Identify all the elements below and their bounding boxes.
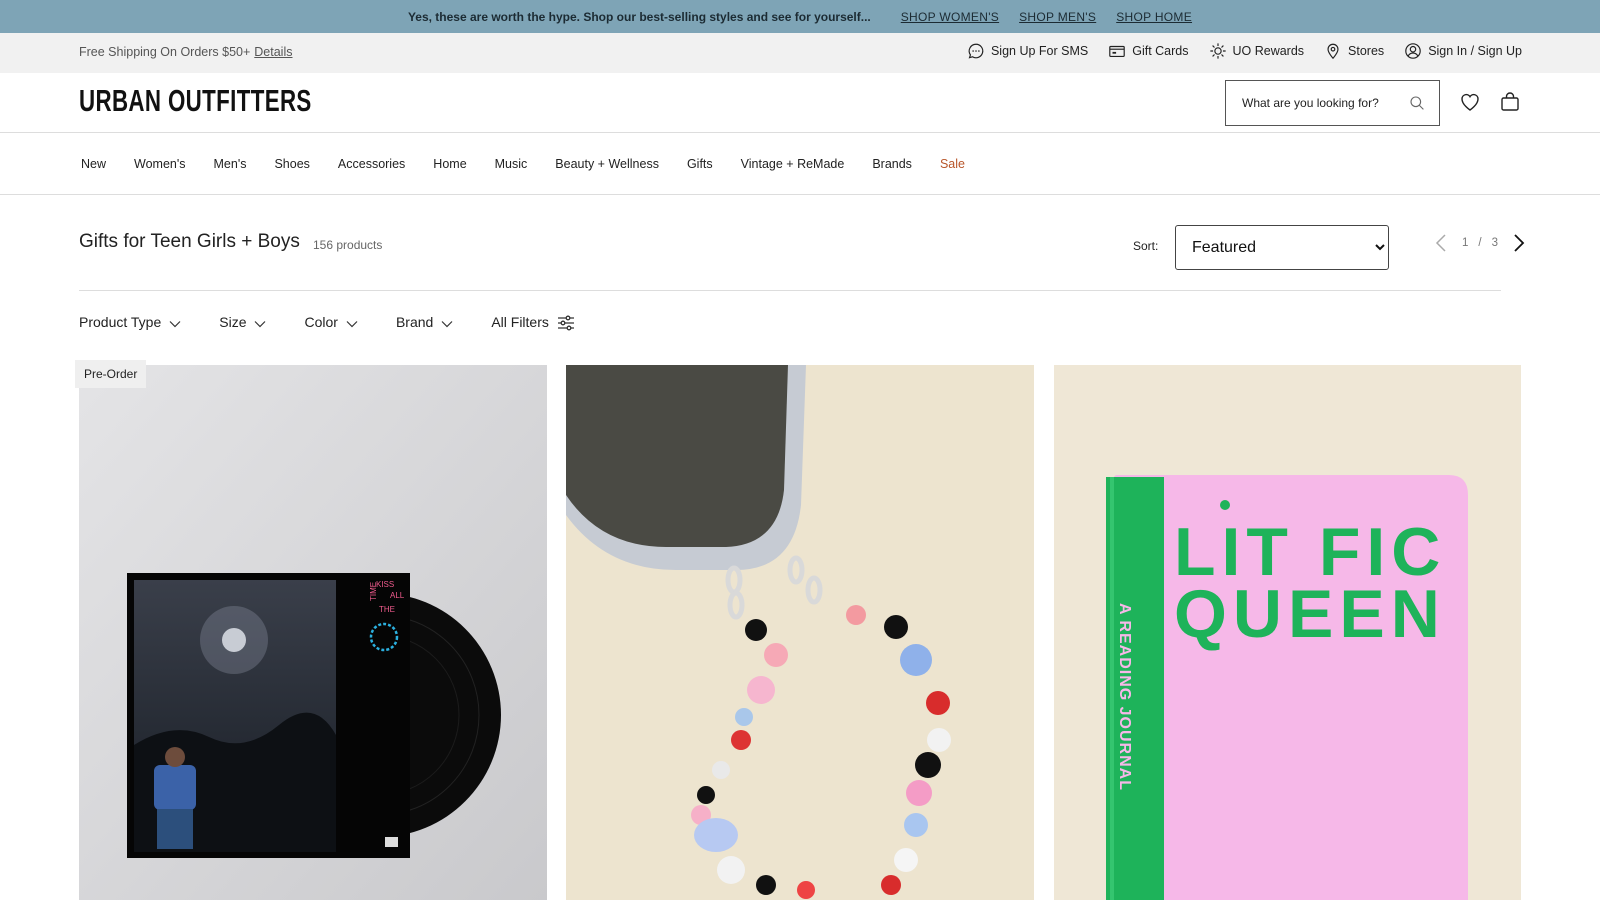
journal-cover-title: LIT FIC QUEEN [1174, 514, 1446, 652]
page-total: 3 [1491, 237, 1499, 249]
search-icon[interactable] [1409, 95, 1425, 111]
product-image-vinyl-record[interactable]: KISS ALL THE TIME [79, 365, 547, 900]
uo-rewards-label: UO Rewards [1232, 44, 1305, 58]
shop-home-link[interactable]: SHOP HOME [1116, 10, 1192, 24]
filter-color[interactable]: Color [304, 312, 358, 332]
filter-product-type[interactable]: Product Type [79, 312, 181, 332]
album-text-time: TIME [369, 582, 378, 601]
sms-signup-link[interactable]: Sign Up For SMS [967, 42, 1088, 60]
nav-item-shoes[interactable]: Shoes [274, 157, 309, 171]
user-icon [1405, 43, 1421, 59]
wishlist-heart-icon[interactable] [1458, 90, 1482, 114]
promo-banner: Yes, these are worth the hype. Shop our … [0, 0, 1600, 33]
next-page-icon[interactable] [1508, 233, 1528, 253]
header-divider [79, 290, 1501, 291]
product-card-phone-charm[interactable] [566, 365, 1034, 900]
shipping-text: Free Shipping On Orders $50+ [79, 45, 251, 59]
uo-rewards-link[interactable]: UO Rewards [1209, 42, 1305, 60]
sliders-icon [557, 315, 574, 331]
nav-item-beauty-wellness[interactable]: Beauty + Wellness [555, 157, 659, 171]
page-current: 1 [1462, 237, 1469, 249]
product-count: 156 products [313, 238, 383, 252]
prev-page-icon[interactable] [1432, 233, 1452, 253]
nav-item-gifts[interactable]: Gifts [687, 157, 713, 171]
gift-card-icon [1109, 45, 1126, 57]
nav-item-sale[interactable]: Sale [940, 157, 965, 171]
sort-select[interactable]: Featured [1175, 225, 1389, 270]
album-text-kiss: KISS [376, 580, 394, 589]
chat-icon [968, 43, 984, 59]
album-text-the: THE [379, 605, 395, 614]
shop-mens-link[interactable]: SHOP MEN'S [1019, 10, 1096, 24]
rewards-icon [1209, 43, 1226, 59]
pagination: 1 / 3 [1432, 233, 1528, 253]
journal-spine-text: A READING JOURNAL [1116, 603, 1133, 791]
filter-brand[interactable]: Brand [396, 312, 453, 332]
search-box[interactable] [1225, 80, 1440, 126]
nav-item-home[interactable]: Home [433, 157, 466, 171]
main-nav: New Women's Men's Shoes Accessories Home… [0, 133, 1600, 195]
shipping-notice: Free Shipping On Orders $50+ Details [79, 45, 293, 59]
journal-title-line-2: QUEEN [1174, 576, 1446, 652]
nav-item-vintage-remade[interactable]: Vintage + ReMade [741, 157, 845, 171]
filter-bar: Product Type Size Color Brand All Filter… [79, 312, 613, 332]
search-input[interactable] [1240, 95, 1405, 111]
nav-item-music[interactable]: Music [495, 157, 528, 171]
sign-in-link[interactable]: Sign In / Sign Up [1404, 42, 1522, 60]
page-title: Gifts for Teen Girls + Boys [79, 231, 300, 252]
stores-label: Stores [1348, 44, 1385, 58]
filter-label: Color [304, 314, 338, 330]
filter-label: All Filters [491, 314, 549, 330]
shop-womens-link[interactable]: SHOP WOMEN'S [901, 10, 999, 24]
chevron-down-icon [441, 321, 453, 328]
site-header: URBAN OUTFITTERS [0, 73, 1600, 133]
preorder-badge: Pre-Order [75, 360, 147, 388]
shopping-bag-icon[interactable] [1498, 90, 1522, 114]
chevron-down-icon [346, 321, 358, 328]
filter-label: Brand [395, 314, 434, 330]
filter-label: Size [219, 314, 247, 330]
nav-item-mens[interactable]: Men's [214, 157, 247, 171]
gift-cards-link[interactable]: Gift Cards [1108, 42, 1189, 60]
nav-item-brands[interactable]: Brands [872, 157, 912, 171]
chevron-down-icon [255, 321, 266, 328]
product-card-journal[interactable]: A READING JOURNAL LIT FIC QUEEN [1054, 365, 1521, 900]
stores-link[interactable]: Stores [1324, 42, 1384, 60]
gift-cards-label: Gift Cards [1132, 44, 1189, 58]
sign-in-label: Sign In / Sign Up [1428, 44, 1522, 58]
nav-item-accessories[interactable]: Accessories [338, 157, 405, 171]
utility-links: Sign Up For SMS Gift Cards UO Rewards St… [967, 42, 1522, 60]
shipping-details-link[interactable]: Details [254, 45, 292, 59]
product-image-phone-charm[interactable] [566, 365, 1034, 900]
promo-message: Yes, these are worth the hype. Shop our … [407, 9, 871, 24]
filter-size[interactable]: Size [219, 312, 266, 332]
location-pin-icon [1327, 43, 1339, 60]
album-text-all: ALL [390, 591, 405, 600]
sort-label: Sort: [1133, 239, 1159, 253]
nav-item-new[interactable]: New [81, 157, 106, 171]
sms-signup-label: Sign Up For SMS [990, 44, 1089, 58]
all-filters-button[interactable]: All Filters [491, 312, 575, 332]
page-separator: / [1478, 237, 1482, 249]
product-image-journal[interactable]: A READING JOURNAL LIT FIC QUEEN [1054, 365, 1521, 900]
nav-item-womens[interactable]: Women's [134, 157, 185, 171]
utility-bar: Free Shipping On Orders $50+ Details Sign… [0, 33, 1600, 73]
filter-label: Product Type [79, 314, 162, 330]
chevron-down-icon [169, 321, 181, 328]
product-card-vinyl[interactable]: KISS ALL THE TIME [79, 365, 547, 900]
site-logo[interactable]: URBAN OUTFITTERS [79, 83, 312, 119]
